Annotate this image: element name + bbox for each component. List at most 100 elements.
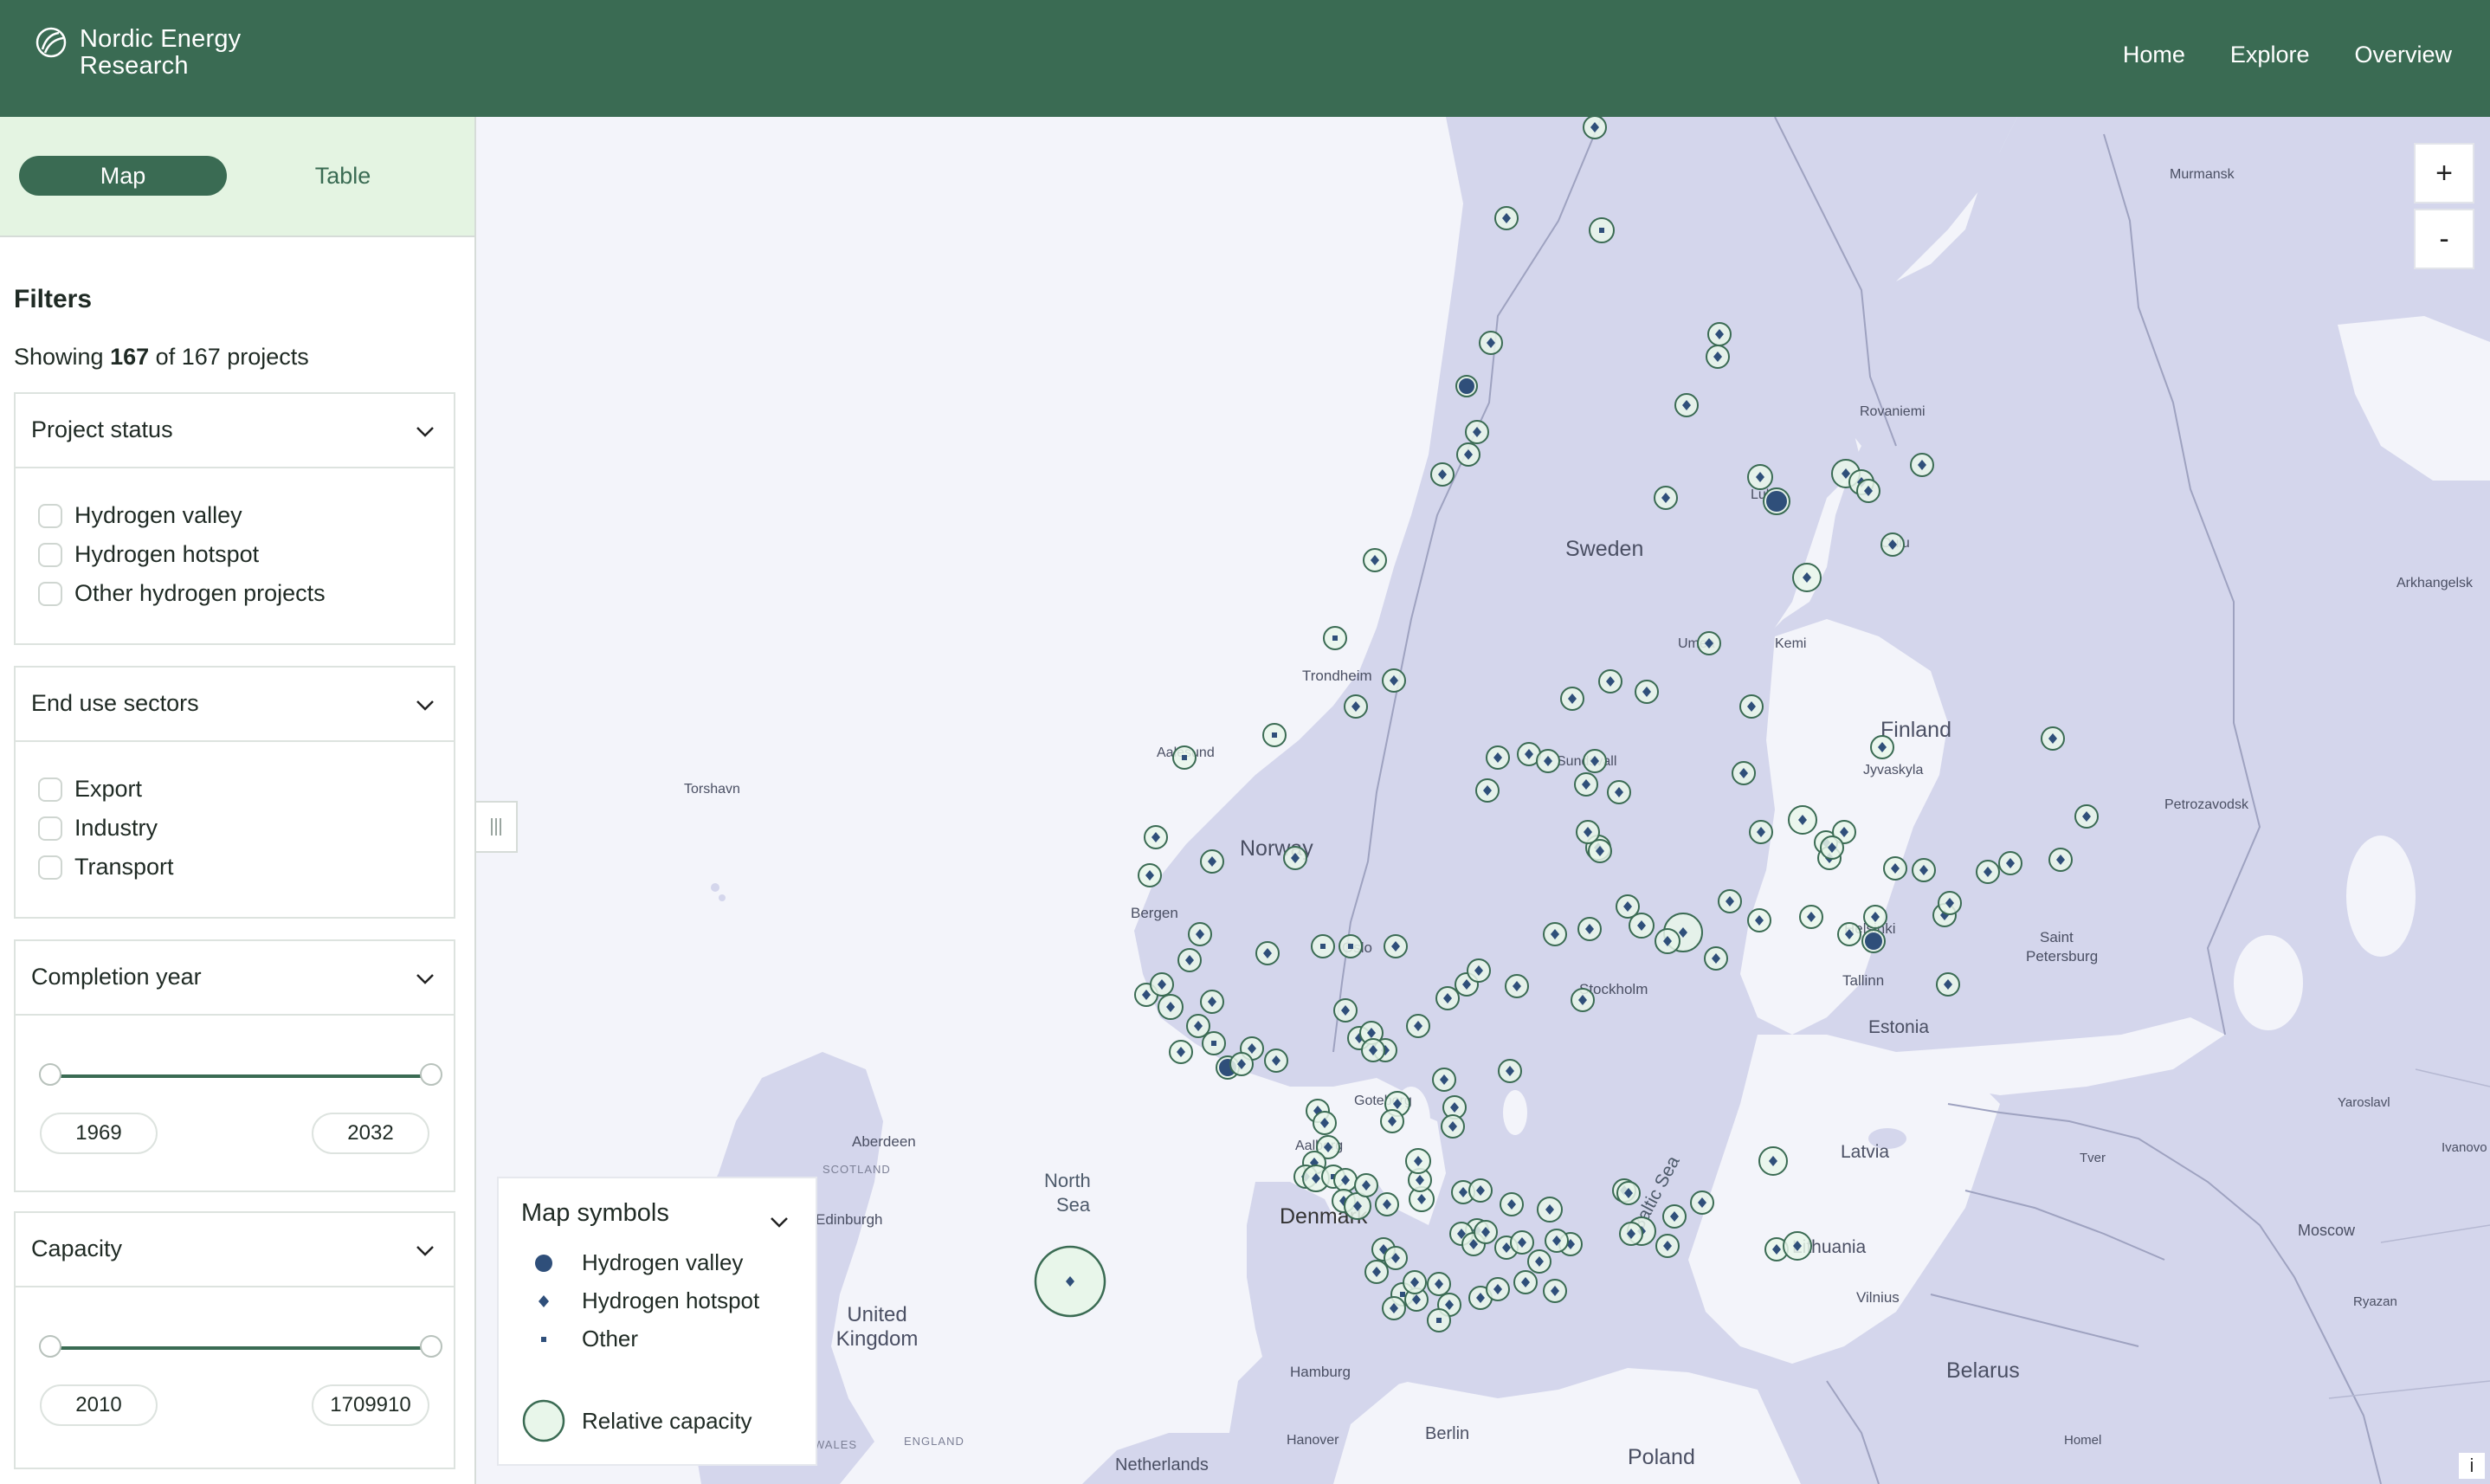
project-marker[interactable] bbox=[1619, 1222, 1643, 1246]
project-marker[interactable] bbox=[1486, 745, 1510, 770]
project-marker[interactable] bbox=[1313, 1111, 1337, 1135]
project-marker[interactable] bbox=[1863, 905, 1887, 929]
project-marker[interactable] bbox=[1629, 913, 1655, 939]
capacity-max-input[interactable]: 1709910 bbox=[312, 1384, 429, 1426]
project-marker[interactable] bbox=[1255, 941, 1280, 965]
project-marker[interactable] bbox=[1792, 563, 1822, 592]
project-marker[interactable] bbox=[1406, 1014, 1430, 1038]
project-marker[interactable] bbox=[1690, 1190, 1714, 1215]
project-marker[interactable] bbox=[1588, 839, 1612, 863]
chevron-down-icon[interactable] bbox=[414, 420, 436, 442]
project-marker[interactable] bbox=[1856, 479, 1880, 503]
project-marker[interactable] bbox=[1468, 1178, 1493, 1203]
chevron-down-icon[interactable] bbox=[414, 1239, 436, 1261]
project-marker[interactable] bbox=[1382, 668, 1406, 693]
project-marker[interactable] bbox=[1200, 990, 1224, 1014]
project-marker[interactable] bbox=[1571, 988, 1595, 1012]
project-marker[interactable] bbox=[1583, 117, 1607, 139]
project-marker[interactable] bbox=[1202, 1031, 1226, 1055]
project-marker[interactable] bbox=[1405, 1148, 1431, 1174]
checkbox[interactable] bbox=[38, 581, 62, 606]
end-use-option-industry[interactable]: Industry bbox=[16, 809, 454, 848]
project-marker[interactable] bbox=[1880, 532, 1905, 557]
project-marker[interactable] bbox=[1432, 1068, 1456, 1092]
project-marker[interactable] bbox=[1339, 934, 1363, 958]
project-marker[interactable] bbox=[1229, 1052, 1254, 1076]
project-marker[interactable] bbox=[1861, 929, 1886, 953]
project-marker[interactable] bbox=[2041, 726, 2065, 751]
project-marker[interactable] bbox=[1380, 1109, 1404, 1133]
project-marker[interactable] bbox=[1465, 420, 1489, 444]
zoom-in-button[interactable]: + bbox=[2414, 143, 2474, 203]
zoom-out-button[interactable]: - bbox=[2414, 209, 2474, 269]
project-marker[interactable] bbox=[1758, 1146, 1788, 1176]
project-marker[interactable] bbox=[1598, 669, 1622, 694]
map-view-tab[interactable]: Map bbox=[19, 156, 227, 196]
map-info-button[interactable]: i bbox=[2459, 1453, 2485, 1479]
checkbox[interactable] bbox=[38, 542, 62, 567]
status-option-hydrogen-valley[interactable]: Hydrogen valley bbox=[16, 496, 454, 535]
project-marker[interactable] bbox=[1718, 889, 1742, 913]
project-marker[interactable] bbox=[1333, 1168, 1358, 1192]
project-marker[interactable] bbox=[1577, 917, 1602, 941]
project-marker[interactable] bbox=[1697, 631, 1721, 655]
project-marker[interactable] bbox=[1706, 345, 1730, 369]
project-marker[interactable] bbox=[1430, 462, 1455, 487]
completion-year-max-input[interactable]: 2032 bbox=[312, 1113, 429, 1154]
project-marker[interactable] bbox=[1363, 548, 1387, 572]
chevron-down-icon[interactable] bbox=[414, 967, 436, 990]
project-marker[interactable] bbox=[1510, 1230, 1534, 1255]
project-marker[interactable] bbox=[1169, 1040, 1193, 1064]
end-use-option-export[interactable]: Export bbox=[16, 770, 454, 809]
status-option-other[interactable]: Other hydrogen projects bbox=[16, 574, 454, 613]
project-marker[interactable] bbox=[1543, 922, 1567, 946]
checkbox[interactable] bbox=[38, 816, 62, 841]
project-marker[interactable] bbox=[1536, 749, 1560, 773]
checkbox[interactable] bbox=[38, 855, 62, 880]
project-marker[interactable] bbox=[1589, 217, 1615, 243]
project-marker[interactable] bbox=[1505, 974, 1529, 998]
project-marker[interactable] bbox=[1560, 687, 1584, 711]
end-use-header[interactable]: End use sectors bbox=[16, 668, 454, 742]
project-marker[interactable] bbox=[1186, 1014, 1210, 1038]
checkbox[interactable] bbox=[38, 503, 62, 528]
project-marker[interactable] bbox=[1262, 723, 1287, 747]
project-marker[interactable] bbox=[1435, 986, 1460, 1010]
project-marker[interactable] bbox=[2074, 804, 2099, 829]
project-marker[interactable] bbox=[1732, 761, 1756, 785]
capacity-min-input[interactable]: 2010 bbox=[40, 1384, 158, 1426]
project-marker[interactable] bbox=[1364, 1260, 1389, 1284]
chevron-down-icon[interactable] bbox=[769, 1211, 790, 1232]
project-marker[interactable] bbox=[1344, 694, 1368, 719]
project-marker[interactable] bbox=[1739, 694, 1764, 719]
project-marker[interactable] bbox=[1749, 820, 1773, 844]
project-marker[interactable] bbox=[1616, 1181, 1641, 1205]
project-marker[interactable] bbox=[1870, 735, 1894, 759]
project-marker[interactable] bbox=[1138, 863, 1162, 887]
project-marker[interactable] bbox=[1150, 972, 1174, 997]
project-marker[interactable] bbox=[1283, 846, 1307, 870]
project-marker[interactable] bbox=[1837, 922, 1861, 946]
project-marker[interactable] bbox=[1938, 891, 1962, 915]
project-marker[interactable] bbox=[1144, 825, 1168, 849]
project-marker[interactable] bbox=[1704, 946, 1728, 971]
project-marker[interactable] bbox=[1527, 1249, 1551, 1274]
project-marker[interactable] bbox=[1635, 680, 1659, 704]
project-marker[interactable] bbox=[1172, 745, 1197, 770]
project-marker[interactable] bbox=[1264, 1048, 1288, 1073]
project-marker[interactable] bbox=[1543, 1279, 1567, 1303]
project-marker[interactable] bbox=[1500, 1192, 1524, 1216]
project-marker[interactable] bbox=[1361, 1038, 1385, 1062]
nav-overview-link[interactable]: Overview bbox=[2354, 42, 2452, 68]
project-marker[interactable] bbox=[1662, 1204, 1687, 1229]
project-marker-large[interactable] bbox=[1034, 1245, 1106, 1318]
sidebar-collapse-handle[interactable] bbox=[476, 801, 518, 853]
chevron-down-icon[interactable] bbox=[414, 694, 436, 716]
completion-year-header[interactable]: Completion year bbox=[16, 941, 454, 1016]
project-marker[interactable] bbox=[1384, 934, 1408, 958]
project-marker[interactable] bbox=[1910, 453, 1934, 477]
project-marker[interactable] bbox=[1323, 626, 1347, 650]
project-marker[interactable] bbox=[1674, 393, 1699, 417]
project-marker[interactable] bbox=[1333, 998, 1358, 1023]
completion-year-min-handle[interactable] bbox=[39, 1063, 61, 1086]
